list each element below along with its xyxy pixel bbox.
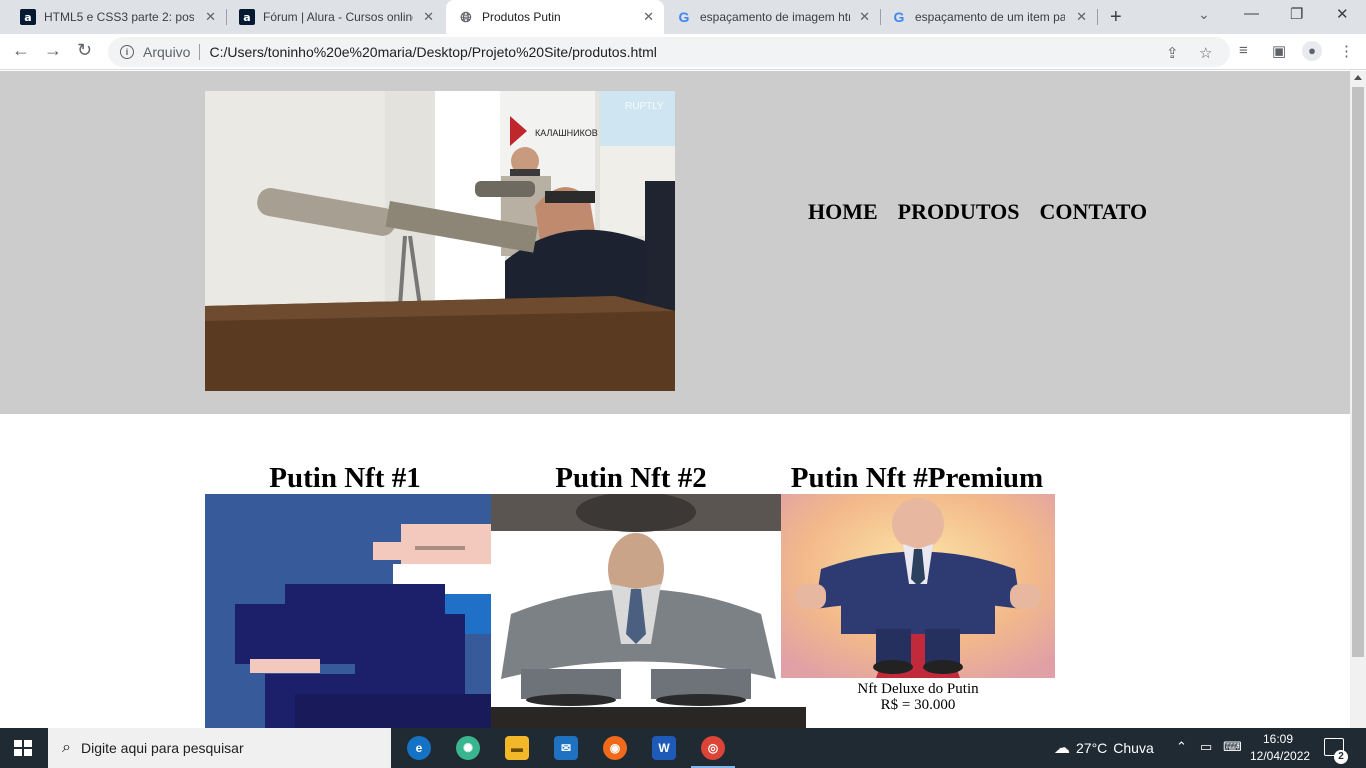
tab-forum-alura[interactable]: a Fórum | Alura - Cursos online ✕ [227, 0, 444, 34]
windows-taskbar: ⌕ Digite aqui para pesquisar e ✺ ▬ ✉ ◉ W… [0, 728, 1366, 768]
product-image-1[interactable] [205, 494, 491, 728]
scroll-up-arrow-icon[interactable] [1354, 75, 1362, 80]
tab-search-chevron-icon[interactable]: ⌄ [1198, 6, 1210, 23]
site-header: КАЛАШНИКОВ RUPTLY HOME PRODUTOS CONTATO [0, 71, 1350, 414]
alura-icon: a [239, 9, 255, 25]
search-icon: ⌕ [62, 739, 71, 756]
clock-time: 16:09 [1262, 732, 1294, 746]
nav-link-contato[interactable]: CONTATO [1040, 199, 1148, 225]
product-title-premium: Putin Nft #Premium [790, 462, 1044, 494]
product-caption-line-1: Nft Deluxe do Putin [857, 681, 979, 697]
share-icon[interactable]: ⇪ [1166, 44, 1179, 62]
taskbar-search-box[interactable]: ⌕ Digite aqui para pesquisar [48, 728, 391, 768]
address-bar[interactable]: i Arquivo C:/Users/toninho%20e%20maria/D… [108, 37, 1230, 67]
tab-espacamento-item[interactable]: G espaçamento de um item pa ✕ [881, 0, 1097, 34]
address-scheme-label: Arquivo [143, 44, 191, 60]
notification-count-badge: 2 [1334, 750, 1348, 764]
side-panel-icon[interactable]: ▣ [1272, 42, 1286, 60]
hero-sign-text: КАЛАШНИКОВ [535, 128, 598, 138]
rain-cloud-icon: ☁ [1054, 740, 1070, 757]
page-viewport: КАЛАШНИКОВ RUPTLY HOME PRODUTOS CONTATO … [0, 71, 1350, 728]
taskbar-search-placeholder: Digite aqui para pesquisar [80, 740, 244, 756]
info-icon[interactable]: i [120, 45, 134, 59]
weather-widget[interactable]: ☁ 27°C Chuva [1054, 738, 1154, 758]
edge-icon[interactable]: e [407, 736, 431, 760]
forward-arrow-icon[interactable]: → [44, 40, 62, 61]
tab-label: espaçamento de imagem htr [700, 10, 850, 24]
close-icon[interactable]: ✕ [1076, 9, 1087, 25]
firefox-icon[interactable]: ◉ [603, 736, 627, 760]
pixel-art-putin-svg [205, 494, 491, 728]
globe-icon: 🌐︎ [460, 8, 472, 25]
reading-list-icon[interactable]: ≡ [1239, 42, 1248, 59]
chatgpt-app-icon[interactable]: ✺ [456, 736, 480, 760]
weather-temp: 27°C [1076, 740, 1108, 756]
nav-link-produtos[interactable]: PRODUTOS [898, 199, 1020, 225]
tray-chevron-up-icon[interactable]: ⌃ [1176, 739, 1187, 755]
address-url[interactable]: C:/Users/toninho%20e%20maria/Desktop/Pro… [209, 44, 656, 60]
close-icon[interactable]: ✕ [643, 9, 654, 25]
nav-link-home[interactable]: HOME [808, 199, 878, 225]
network-icon[interactable]: ⌨ [1223, 739, 1242, 755]
page-scrollbar[interactable] [1350, 71, 1366, 728]
product-image-2-overflow [491, 707, 806, 728]
google-icon: G [678, 9, 690, 25]
back-arrow-icon[interactable]: ← [12, 40, 30, 61]
google-icon: G [893, 9, 905, 25]
browser-tab-strip: a HTML5 e CSS3 parte 2: posic ✕ a Fórum … [0, 0, 1366, 34]
chrome-icon[interactable]: ◎ [691, 736, 735, 768]
tab-espacamento-imagem[interactable]: G espaçamento de imagem htr ✕ [664, 0, 880, 34]
clock-date: 12/04/2022 [1250, 749, 1311, 763]
product-caption-premium: Nft Deluxe do Putin R$ = 30.000 [781, 681, 1055, 713]
tab-label: HTML5 e CSS3 parte 2: posic [44, 10, 194, 24]
tab-html5-css3[interactable]: a HTML5 e CSS3 parte 2: posic ✕ [0, 0, 226, 34]
scroll-thumb[interactable] [1352, 87, 1364, 657]
profile-avatar-icon[interactable]: ● [1302, 41, 1322, 61]
menu-dots-icon[interactable]: ⋮ [1339, 42, 1354, 60]
address-divider [199, 44, 201, 60]
tab-separator [1097, 9, 1098, 25]
product-title-2: Putin Nft #2 [555, 462, 707, 494]
bookmark-star-icon[interactable]: ☆ [1199, 44, 1212, 62]
tray-device-icon[interactable]: ▭ [1200, 739, 1212, 755]
restore-icon[interactable]: ❐ [1290, 5, 1303, 23]
alura-icon: a [20, 9, 36, 25]
close-icon[interactable]: ✕ [423, 9, 434, 25]
cartoon-putin-svg [781, 494, 1055, 678]
tab-produtos-putin[interactable]: 🌐︎ Produtos Putin ✕ [446, 0, 664, 34]
suit-putin-svg [491, 494, 781, 707]
hero-photo-svg: КАЛАШНИКОВ RUPTLY [205, 91, 675, 391]
product-image-premium[interactable] [781, 494, 1055, 678]
hero-watermark-text: RUPTLY [625, 101, 664, 112]
file-explorer-icon[interactable]: ▬ [505, 736, 529, 760]
mail-app-icon[interactable]: ✉ [554, 736, 578, 760]
new-tab-plus-icon[interactable]: + [1110, 6, 1122, 29]
tab-label: Fórum | Alura - Cursos online [263, 10, 413, 24]
product-price: R$ = 30.000 [880, 697, 956, 713]
hero-image: КАЛАШНИКОВ RUPTLY [205, 91, 675, 391]
site-nav: HOME PRODUTOS CONTATO [808, 199, 1147, 225]
reload-icon[interactable]: ↻ [77, 40, 92, 61]
close-icon[interactable]: ✕ [859, 9, 870, 25]
tab-label: espaçamento de um item pa [915, 10, 1065, 24]
browser-toolbar: ← → ↻ i Arquivo C:/Users/toninho%20e%20m… [0, 34, 1366, 70]
minimize-icon[interactable]: — [1244, 5, 1259, 22]
close-icon[interactable]: ✕ [205, 9, 216, 25]
product-title-1: Putin Nft #1 [269, 462, 421, 494]
taskbar-clock[interactable]: 16:09 12/04/2022 [1250, 731, 1311, 765]
weather-condition: Chuva [1113, 740, 1154, 756]
product-image-2[interactable] [491, 494, 781, 707]
word-icon[interactable]: W [652, 736, 676, 760]
windows-start-icon[interactable] [14, 740, 32, 756]
tab-label: Produtos Putin [482, 10, 561, 24]
window-close-icon[interactable]: ✕ [1336, 5, 1349, 23]
